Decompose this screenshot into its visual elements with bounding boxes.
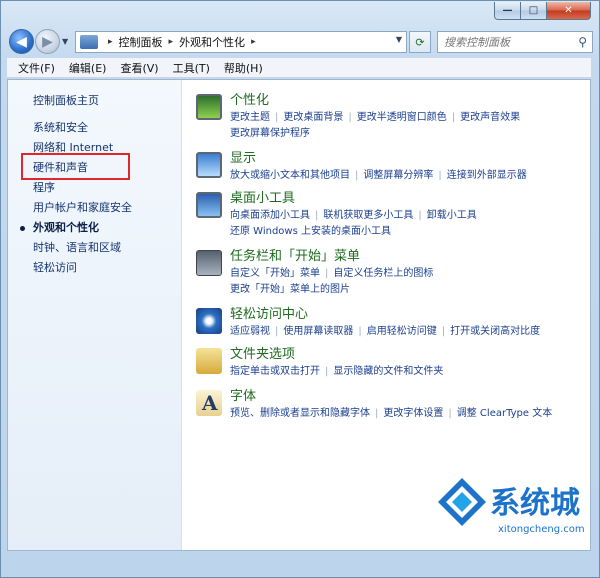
- close-button[interactable]: ✕: [547, 2, 591, 20]
- watermark-logo-icon: [438, 478, 486, 526]
- link-high-contrast[interactable]: 打开或关闭高对比度: [450, 326, 540, 337]
- menu-tools[interactable]: 工具(T): [166, 60, 217, 76]
- search-box[interactable]: ⚲: [437, 31, 593, 53]
- sidebar-nav: 系统和安全 网络和 Internet 硬件和声音 程序 用户帐户和家庭安全 外观…: [20, 120, 132, 280]
- forward-button[interactable]: ▶: [35, 29, 60, 54]
- category-fonts: 字体 预览、删除或者显示和隐藏字体|更改字体设置|调整 ClearType 文本: [190, 388, 586, 428]
- link-customize-start[interactable]: 自定义「开始」菜单: [230, 268, 320, 279]
- personalization-icon[interactable]: [196, 94, 222, 120]
- control-panel-window: — □ ✕ ◀ ▶ ▼ ▸ 控制面板 ▸ 外观和个性化 ▸ ▼ ⟳ ⚲ 文件(F…: [0, 0, 600, 578]
- maximize-button[interactable]: □: [521, 2, 547, 20]
- category-personalization: 个性化 更改主题 | 更改桌面背景 | 更改半透明窗口颜色 | 更改声音效果 更改屏幕保护程…: [190, 92, 586, 150]
- category-gadgets: 桌面小工具 向桌面添加小工具 | 联机获取更多小工具 | 卸载小工具 还原 Window…: [190, 190, 586, 248]
- search-input[interactable]: [444, 35, 568, 49]
- minimize-button[interactable]: —: [494, 2, 521, 20]
- category-title[interactable]: 显示: [230, 150, 586, 168]
- content-area: 控制面板主页 系统和安全 网络和 Internet 硬件和声音 程序 用户帐户和…: [7, 79, 591, 551]
- menu-edit[interactable]: 编辑(E): [62, 60, 114, 76]
- category-title[interactable]: 轻松访问中心: [230, 306, 586, 324]
- link-resize-text[interactable]: 放大或缩小文本和其他项目: [230, 170, 350, 181]
- category-title[interactable]: 桌面小工具: [230, 190, 586, 208]
- link-show-hidden-files[interactable]: 显示隐藏的文件和文件夹: [333, 366, 443, 377]
- category-taskbar: 任务栏和「开始」菜单 自定义「开始」菜单 | 自定义任务栏上的图标 更改「开始」菜单…: [190, 248, 586, 306]
- category-links: 自定义「开始」菜单 | 自定义任务栏上的图标 更改「开始」菜单上的图片: [230, 268, 434, 295]
- link-get-more-gadgets[interactable]: 联机获取更多小工具: [323, 210, 413, 221]
- category-links: 指定单击或双击打开 | 显示隐藏的文件和文件夹: [230, 366, 444, 377]
- link-screen-reader[interactable]: 使用屏幕读取器: [283, 326, 353, 337]
- breadcrumb-separator[interactable]: ▸: [108, 37, 113, 47]
- sidebar-item-user-accounts[interactable]: 用户帐户和家庭安全: [33, 200, 132, 220]
- control-panel-icon: [80, 35, 98, 49]
- forward-arrow-icon: ▶: [42, 33, 53, 50]
- link-low-vision[interactable]: 适应弱视: [230, 326, 270, 337]
- link-customize-taskbar-icons[interactable]: 自定义任务栏上的图标: [333, 268, 433, 279]
- link-screen-resolution[interactable]: 调整屏幕分辨率: [363, 170, 433, 181]
- address-bar[interactable]: ▸ 控制面板 ▸ 外观和个性化 ▸ ▼: [75, 31, 407, 53]
- category-title[interactable]: 任务栏和「开始」菜单: [230, 248, 586, 266]
- gadgets-icon[interactable]: [196, 192, 222, 218]
- link-sticky-keys[interactable]: 启用轻松访问键: [367, 326, 437, 337]
- link-change-theme[interactable]: 更改主题: [230, 112, 270, 123]
- menu-view[interactable]: 查看(V): [113, 60, 165, 76]
- breadcrumb-appearance[interactable]: 外观和个性化: [179, 34, 245, 50]
- menu-help[interactable]: 帮助(H): [217, 60, 270, 76]
- link-uninstall-gadget[interactable]: 卸载小工具: [427, 210, 477, 221]
- link-single-double-click[interactable]: 指定单击或双击打开: [230, 366, 320, 377]
- link-change-start-picture[interactable]: 更改「开始」菜单上的图片: [230, 284, 350, 295]
- link-add-gadgets[interactable]: 向桌面添加小工具: [230, 210, 310, 221]
- link-preview-fonts[interactable]: 预览、删除或者显示和隐藏字体: [230, 408, 370, 419]
- category-ease-of-access: 轻松访问中心 适应弱视 | 使用屏幕读取器 | 启用轻松访问键 | 打开或关闭高对比度: [190, 306, 586, 346]
- breadcrumb-separator[interactable]: ▸: [251, 37, 256, 47]
- menu-file[interactable]: 文件(F): [11, 60, 62, 76]
- sidebar-item-programs[interactable]: 程序: [33, 180, 132, 200]
- category-links: 向桌面添加小工具 | 联机获取更多小工具 | 卸载小工具 还原 Windows 上安装的…: [230, 210, 477, 237]
- fonts-icon[interactable]: [196, 390, 222, 416]
- watermark-url: xitongcheng.com: [498, 524, 585, 535]
- category-title[interactable]: 个性化: [230, 92, 586, 110]
- sidebar: 控制面板主页 系统和安全 网络和 Internet 硬件和声音 程序 用户帐户和…: [8, 80, 182, 550]
- category-links: 放大或缩小文本和其他项目 | 调整屏幕分辨率 | 连接到外部显示器: [230, 170, 527, 181]
- breadcrumb-separator[interactable]: ▸: [169, 37, 174, 47]
- category-links: 预览、删除或者显示和隐藏字体 | 更改字体设置 | 调整 ClearType 文本: [230, 408, 553, 419]
- watermark: 系统城 xitongcheng.com: [436, 476, 586, 546]
- sidebar-item-appearance[interactable]: 外观和个性化: [20, 220, 132, 240]
- sidebar-item-hardware-sound[interactable]: 硬件和声音: [33, 160, 132, 180]
- link-change-background[interactable]: 更改桌面背景: [283, 112, 343, 123]
- watermark-brand: 系统城: [490, 486, 580, 521]
- category-links: 更改主题 | 更改桌面背景 | 更改半透明窗口颜色 | 更改声音效果 更改屏幕保护程序: [230, 112, 521, 139]
- category-folder-options: 文件夹选项 指定单击或双击打开 | 显示隐藏的文件和文件夹: [190, 346, 586, 388]
- ease-of-access-icon[interactable]: [196, 308, 222, 334]
- chevron-down-icon[interactable]: ▼: [396, 35, 402, 44]
- sidebar-home-link[interactable]: 控制面板主页: [33, 92, 99, 108]
- menu-bar: 文件(F) 编辑(E) 查看(V) 工具(T) 帮助(H): [7, 58, 591, 78]
- category-title[interactable]: 字体: [230, 388, 586, 406]
- taskbar-icon[interactable]: [196, 250, 222, 276]
- sidebar-item-ease-of-access[interactable]: 轻松访问: [33, 260, 132, 280]
- category-links: 适应弱视 | 使用屏幕读取器 | 启用轻松访问键 | 打开或关闭高对比度: [230, 326, 541, 337]
- category-title[interactable]: 文件夹选项: [230, 346, 586, 364]
- link-font-settings[interactable]: 更改字体设置: [383, 408, 443, 419]
- sidebar-item-clock-region[interactable]: 时钟、语言和区域: [33, 240, 132, 260]
- link-restore-gadgets[interactable]: 还原 Windows 上安装的桌面小工具: [230, 226, 391, 237]
- refresh-icon: ⟳: [415, 35, 425, 49]
- window-controls: — □ ✕: [494, 2, 591, 20]
- link-change-sounds[interactable]: 更改声音效果: [460, 112, 520, 123]
- back-arrow-icon: ◀: [16, 33, 27, 50]
- link-change-screensaver[interactable]: 更改屏幕保护程序: [230, 128, 310, 139]
- search-icon[interactable]: ⚲: [578, 35, 587, 49]
- link-cleartype[interactable]: 调整 ClearType 文本: [457, 408, 552, 419]
- folder-options-icon[interactable]: [196, 348, 222, 374]
- recent-pages-dropdown[interactable]: ▼: [62, 37, 68, 46]
- display-icon[interactable]: [196, 152, 222, 178]
- sidebar-item-system-security[interactable]: 系统和安全: [33, 120, 132, 140]
- category-list: 个性化 更改主题 | 更改桌面背景 | 更改半透明窗口颜色 | 更改声音效果 更改屏幕保护程…: [190, 92, 586, 428]
- link-external-display[interactable]: 连接到外部显示器: [447, 170, 527, 181]
- refresh-button[interactable]: ⟳: [409, 31, 431, 53]
- sidebar-item-network[interactable]: 网络和 Internet: [33, 140, 132, 160]
- back-button[interactable]: ◀: [9, 29, 34, 54]
- category-display: 显示 放大或缩小文本和其他项目 | 调整屏幕分辨率 | 连接到外部显示器: [190, 150, 586, 190]
- breadcrumb-control-panel[interactable]: 控制面板: [119, 34, 163, 50]
- navigation-bar: ◀ ▶ ▼ ▸ 控制面板 ▸ 外观和个性化 ▸ ▼ ⟳ ⚲: [7, 25, 593, 59]
- link-change-window-color[interactable]: 更改半透明窗口颜色: [357, 112, 447, 123]
